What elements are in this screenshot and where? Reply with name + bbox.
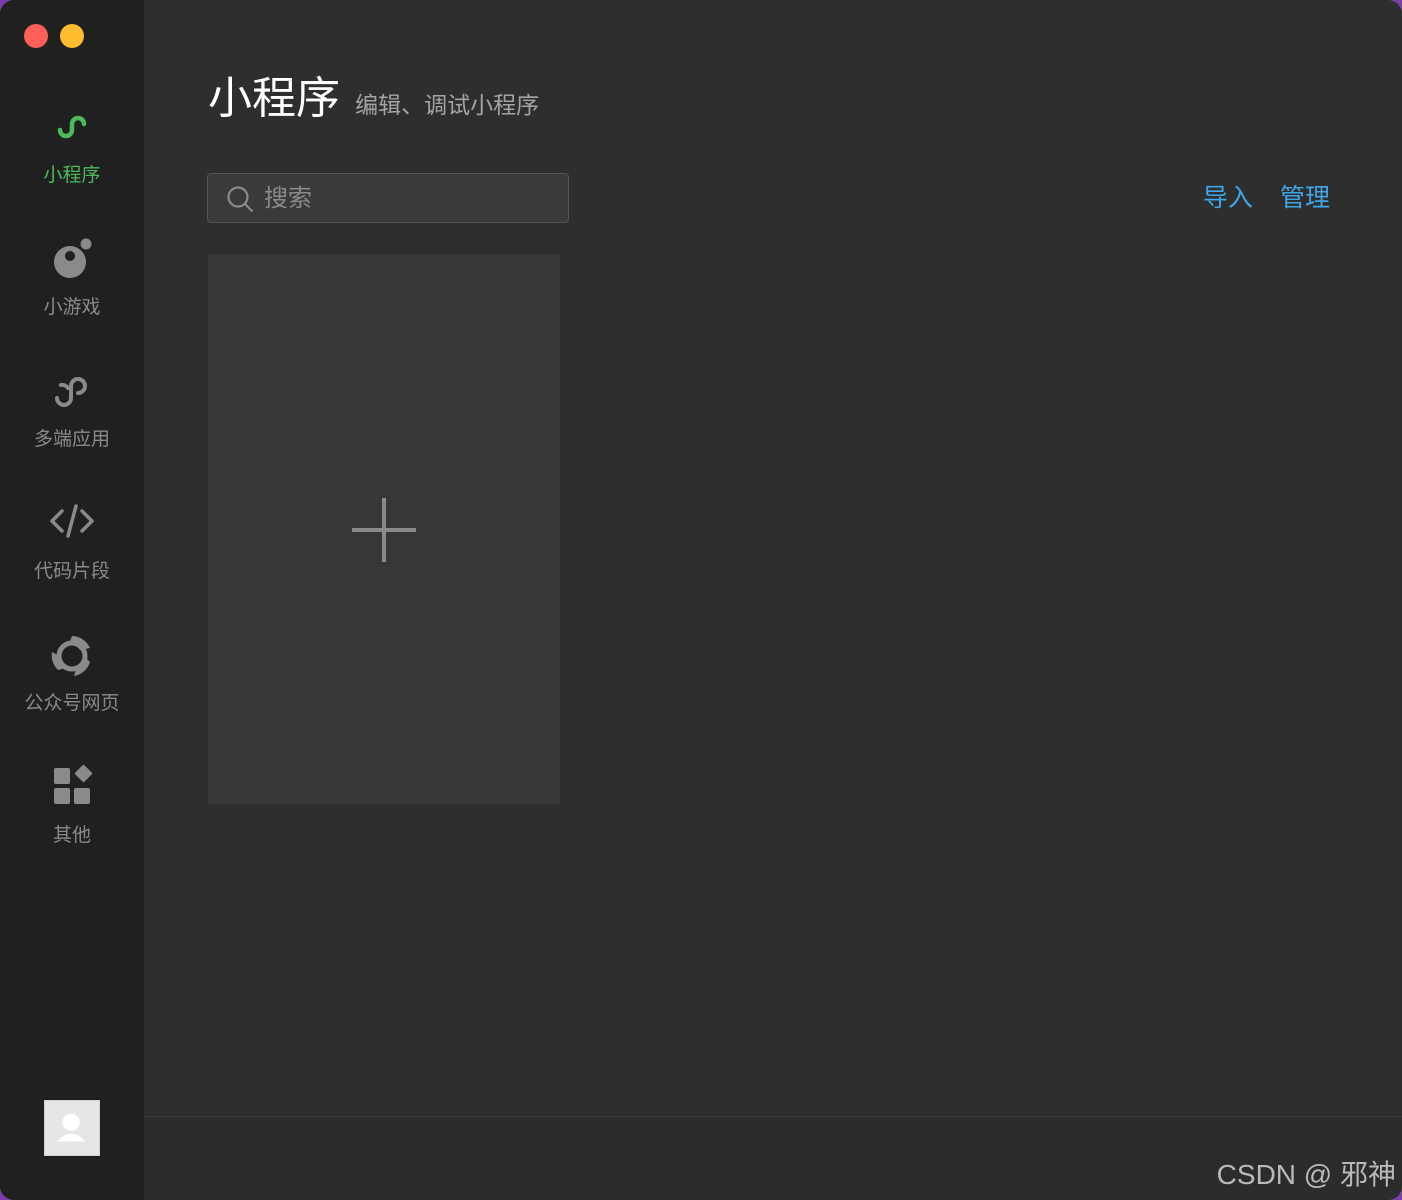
mini-game-icon [54,238,92,278]
page-header: 小程序 编辑、调试小程序 [208,62,539,126]
main-panel: 小程序 编辑、调试小程序 导入 管理 [144,0,1402,1200]
sidebar-item-label: 小游戏 [43,296,101,318]
code-snippet-icon [50,504,94,538]
minimize-window-button[interactable] [60,24,84,48]
search-icon [227,186,254,213]
search-box[interactable] [207,173,569,223]
sidebar-item-label: 公众号网页 [24,692,120,714]
sidebar-item-multi-platform[interactable]: 多端应用 [0,368,144,478]
page-subtitle: 编辑、调试小程序 [355,93,540,119]
sidebar-item-label: 小程序 [43,164,101,186]
user-icon [56,1113,86,1142]
import-link[interactable]: 导入 [1203,183,1253,212]
page-title: 小程序 [208,73,340,124]
sidebar-item-code-snippet[interactable]: 代码片段 [0,500,144,610]
multi-platform-icon [55,377,88,407]
other-icon [54,764,93,804]
plus-icon [352,498,416,562]
app-window: 小程序 小游戏 多端应用 代码片段 公众号网页 其他 小程序 编辑、调试小程序 … [0,0,1402,1200]
sidebar-item-other[interactable]: 其他 [0,764,144,874]
footer-bar: CSDN @ 邪神 [144,1116,1402,1200]
sidebar-item-label: 多端应用 [33,428,110,450]
close-window-button[interactable] [24,24,48,48]
official-account-web-icon [51,636,90,676]
sidebar-item-label: 代码片段 [33,560,110,582]
mini-program-icon [57,115,87,139]
avatar[interactable] [44,1100,100,1156]
watermark: CSDN @ 邪神 [1216,1159,1396,1190]
sidebar-item-mini-program[interactable]: 小程序 [0,104,144,214]
sidebar-item-label: 其他 [52,824,91,846]
create-project-card[interactable] [208,254,560,804]
sidebar: 小程序 小游戏 多端应用 代码片段 公众号网页 其他 [0,0,144,1200]
search-input[interactable] [264,174,554,222]
sidebar-item-official-account-web[interactable]: 公众号网页 [0,632,144,742]
manage-link[interactable]: 管理 [1280,183,1330,212]
sidebar-item-mini-game[interactable]: 小游戏 [0,236,144,346]
header-actions: 导入 管理 [1181,178,1330,214]
